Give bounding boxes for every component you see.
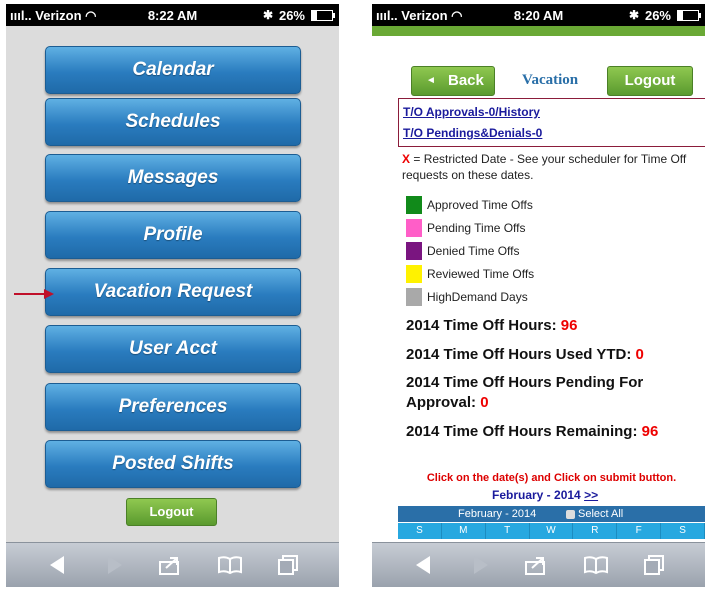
legend-label: Denied Time Offs (427, 244, 520, 258)
battery-icon (677, 10, 701, 21)
stat-total-hours: 2014 Time Off Hours: 96 (406, 317, 578, 334)
schedules-button[interactable]: Schedules (45, 98, 301, 146)
calendar-header: February - 2014 Select All (398, 506, 705, 522)
status-bar: ıııl.. Verizon ◠ 8:22 AM ✱ 26% (6, 4, 339, 26)
bluetooth-icon: ✱ (262, 8, 273, 22)
weekday-label: S (398, 523, 442, 539)
legend-label: Approved Time Offs (427, 198, 533, 212)
weekday-label: M (441, 523, 486, 539)
calendar-button[interactable]: Calendar (45, 46, 301, 94)
share-icon[interactable] (522, 553, 550, 577)
pending-swatch (406, 219, 422, 237)
month-navigation: February - 2014 >> (492, 488, 598, 502)
weekday-row: S M T W R F S (398, 523, 705, 539)
phone-screen-vacation: ıııl.. Verizon ◠ 8:20 AM ✱ 26% ◄ Back Va… (372, 4, 705, 587)
share-icon[interactable] (156, 553, 184, 577)
reviewed-swatch (406, 265, 422, 283)
select-all-checkbox[interactable]: Select All (566, 506, 623, 522)
weekday-label: S (661, 523, 705, 539)
approved-swatch (406, 196, 422, 214)
weekday-label: F (617, 523, 662, 539)
stat-remaining-hours: 2014 Time Off Hours Remaining: 96 (406, 423, 659, 440)
preferences-button[interactable]: Preferences (45, 383, 301, 431)
messages-button[interactable]: Messages (45, 154, 301, 202)
back-label: Back (448, 72, 484, 89)
battery-icon (311, 10, 335, 21)
bookmarks-icon[interactable] (216, 553, 244, 577)
calendar-month: February - 2014 (458, 508, 537, 520)
restricted-note-text: = Restricted Date - See your scheduler f… (402, 152, 687, 182)
approvals-history-link[interactable]: T/O Approvals-0/History (403, 105, 540, 119)
phone-screen-menu: ıııl.. Verizon ◠ 8:22 AM ✱ 26% Calendar … (6, 4, 339, 587)
time-off-links: T/O Approvals-0/History T/O Pendings&Den… (398, 98, 705, 147)
tabs-icon[interactable] (274, 553, 302, 577)
battery-percent: 26% (644, 8, 671, 23)
back-arrow-icon: ◄ (426, 75, 436, 86)
legend-label: HighDemand Days (427, 290, 528, 304)
denied-swatch (406, 242, 422, 260)
pendings-denials-link[interactable]: T/O Pendings&Denials-0 (403, 126, 542, 140)
high-demand-swatch (406, 288, 422, 306)
user-acct-button[interactable]: User Acct (45, 325, 301, 373)
tabs-icon[interactable] (640, 553, 668, 577)
stat-pending-hours: 2014 Time Off Hours Pending For Approval:… (406, 374, 644, 411)
profile-button[interactable]: Profile (45, 211, 301, 259)
back-icon[interactable] (44, 553, 72, 577)
bookmarks-icon[interactable] (582, 553, 610, 577)
forward-icon (474, 556, 488, 574)
month-label: February - 2014 (492, 488, 581, 502)
legend-label: Reviewed Time Offs (427, 267, 535, 281)
logout-button[interactable]: Logout (126, 498, 217, 526)
bluetooth-icon: ✱ (628, 8, 639, 22)
back-icon[interactable] (410, 553, 438, 577)
battery-percent: 26% (278, 8, 305, 23)
forward-icon (108, 556, 122, 574)
status-bar: ıııl.. Verizon ◠ 8:20 AM ✱ 26% (372, 4, 705, 26)
legend-label: Pending Time Offs (427, 221, 526, 235)
weekday-label: T (485, 523, 530, 539)
browser-toolbar (6, 542, 339, 587)
pointer-arrow-icon (14, 289, 54, 299)
browser-toolbar (372, 542, 705, 587)
next-month-link[interactable]: >> (584, 488, 598, 502)
restricted-x-marker: X (402, 152, 411, 166)
posted-shifts-button[interactable]: Posted Shifts (45, 440, 301, 488)
click-instruction: Click on the date(s) and Click on submit… (426, 472, 677, 484)
header-strip (372, 26, 705, 36)
weekday-label: W (529, 523, 574, 539)
page-title: Vacation (522, 72, 579, 88)
back-button[interactable]: ◄ Back (411, 66, 495, 96)
stat-used-hours: 2014 Time Off Hours Used YTD: 0 (406, 346, 644, 363)
vacation-request-button[interactable]: Vacation Request (45, 268, 301, 316)
restricted-date-note: X = Restricted Date - See your scheduler… (402, 151, 704, 183)
logout-button[interactable]: Logout (607, 66, 693, 96)
weekday-label: R (573, 523, 618, 539)
